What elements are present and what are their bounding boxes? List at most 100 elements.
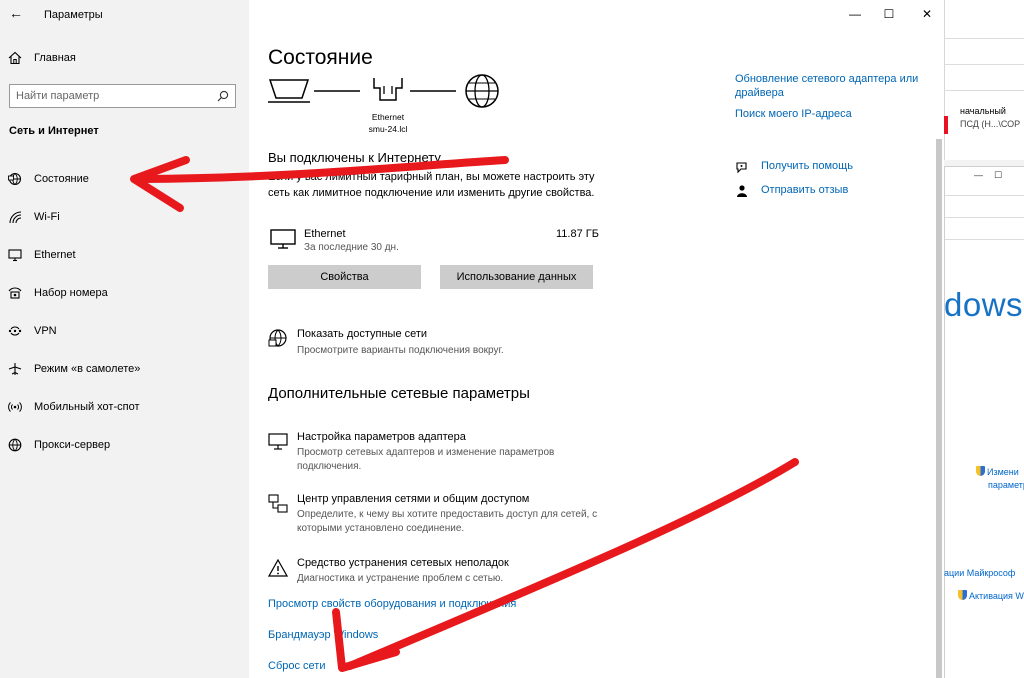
- wifi-icon: [9, 211, 22, 224]
- sidebar-item-dialup[interactable]: Набор номера: [0, 279, 249, 307]
- vpn-icon: [8, 326, 22, 336]
- shield-icon: [976, 466, 985, 476]
- shield-icon: [958, 590, 967, 600]
- status-marker: [944, 116, 948, 134]
- close-button[interactable]: ✕: [912, 4, 942, 24]
- minimize-button[interactable]: —: [840, 4, 870, 24]
- sidebar-item-label: Мобильный хот-спот: [34, 401, 140, 413]
- network-center-icon: [268, 494, 288, 513]
- status-icon: [8, 172, 22, 186]
- change-settings-link[interactable]: Измени: [976, 466, 1019, 477]
- network-diagram: Ethernet smu-24.lcl: [268, 74, 508, 138]
- background-window: начальный ПСД (Н...\СОР — ☐ Измени парам…: [944, 0, 1024, 678]
- ethernet-period: За последние 30 дн.: [304, 242, 399, 253]
- show-networks-description: Просмотрите варианты подключения вокруг.: [297, 345, 504, 356]
- connection-status-title: Вы подключены к Интернету: [268, 150, 441, 165]
- sidebar-item-proxy[interactable]: Прокси-сервер: [0, 431, 249, 459]
- divider: [944, 64, 1024, 65]
- sidebar-item-label: Ethernet: [34, 249, 76, 261]
- hardware-properties-link[interactable]: Просмотр свойств оборудования и подключе…: [268, 598, 516, 610]
- divider: [945, 239, 1024, 240]
- feedback-icon: [737, 185, 747, 197]
- search-input[interactable]: [10, 85, 210, 107]
- sidebar-item-wifi[interactable]: Wi-Fi: [0, 203, 249, 231]
- advanced-settings-heading: Дополнительные сетевые параметры: [268, 385, 530, 402]
- divider: [945, 217, 1024, 218]
- dialup-icon: [8, 287, 22, 299]
- data-usage-button[interactable]: Использование данных: [440, 265, 593, 289]
- background-label: ПСД (Н...\СОР: [960, 119, 1021, 129]
- sidebar-item-status[interactable]: Состояние: [0, 165, 249, 193]
- ethernet-plug-icon: [373, 78, 403, 101]
- show-networks-link[interactable]: Показать доступные сети: [297, 328, 427, 340]
- sidebar-item-label: VPN: [34, 325, 57, 337]
- send-feedback-link[interactable]: Отправить отзыв: [761, 184, 848, 196]
- sidebar-item-airplane[interactable]: Режим «в самолете»: [0, 355, 249, 383]
- search-box[interactable]: [9, 84, 236, 108]
- page-title: Состояние: [268, 46, 373, 69]
- ethernet-icon: [8, 249, 22, 262]
- scrollbar[interactable]: [936, 139, 942, 678]
- sidebar-item-label: Прокси-сервер: [34, 439, 111, 451]
- windows-logo-text: dows: [944, 286, 1024, 323]
- title-bar: ← Параметры: [0, 0, 249, 30]
- link-text: драйвера: [735, 87, 784, 99]
- settings-window: ← Параметры Главная Сеть и Интернет: [0, 0, 944, 678]
- app-title: Параметры: [44, 9, 103, 21]
- section-heading: Сеть и Интернет: [9, 125, 99, 137]
- computer-icon: [268, 79, 310, 103]
- adapter-name-label: Ethernet: [371, 112, 405, 122]
- link-text: Обновление сетевого адаптера или: [735, 73, 919, 85]
- link-text: Активация Wi: [969, 591, 1024, 601]
- sidebar-item-vpn[interactable]: VPN: [0, 317, 249, 345]
- find-ip-link[interactable]: Поиск моего IP-адреса: [735, 107, 852, 121]
- activate-windows-link[interactable]: Активация Wi: [958, 590, 1024, 601]
- sidebar-item-ethernet[interactable]: Ethernet: [0, 241, 249, 269]
- microsoft-activation-link[interactable]: ации Майкрософ: [944, 568, 1015, 578]
- divider: [945, 195, 1024, 196]
- troubleshooter-description: Диагностика и устранение проблем с сетью…: [297, 573, 504, 584]
- update-adapter-link[interactable]: Обновление сетевого адаптера или драйвер…: [735, 72, 918, 100]
- help-icon: [736, 162, 747, 174]
- sidebar: ← Параметры Главная Сеть и Интернет: [0, 0, 249, 678]
- network-center-link[interactable]: Центр управления сетями и общим доступом: [297, 493, 529, 505]
- connection-status-description: Если у вас лимитный тарифный план, вы мо…: [268, 171, 595, 199]
- divider: [944, 90, 1024, 91]
- change-settings-link-2[interactable]: параметры: [988, 480, 1024, 490]
- ethernet-name: Ethernet: [304, 228, 346, 240]
- divider: [944, 38, 1024, 39]
- get-help-link[interactable]: Получить помощь: [761, 160, 853, 172]
- sidebar-item-hotspot[interactable]: Мобильный хот-спот: [0, 393, 249, 421]
- network-diagram-graphic: [268, 74, 499, 108]
- adapter-settings-description: Просмотр сетевых адаптеров и изменение п…: [297, 447, 555, 472]
- airplane-icon: [8, 363, 22, 375]
- sidebar-item-label: Состояние: [34, 173, 89, 185]
- ethernet-adapter-icon: [270, 229, 296, 249]
- sidebar-item-label: Набор номера: [34, 287, 108, 299]
- sidebar-item-label: Wi-Fi: [34, 211, 60, 223]
- home-icon: [8, 51, 22, 65]
- warning-icon: [268, 558, 288, 577]
- background-label: начальный: [960, 106, 1006, 116]
- host-name-label: smu-24.lcl: [368, 124, 408, 134]
- search-icon[interactable]: [217, 90, 229, 102]
- adapter-settings-link[interactable]: Настройка параметров адаптера: [297, 431, 466, 443]
- globe-icon: [8, 438, 22, 452]
- minimize-button[interactable]: —: [974, 170, 983, 180]
- sidebar-item-label: Режим «в самолете»: [34, 363, 141, 375]
- adapter-icon: [268, 433, 288, 450]
- network-reset-link[interactable]: Сброс сети: [268, 660, 325, 672]
- background-inner-window: [944, 166, 1024, 678]
- show-networks-icon: [268, 329, 287, 347]
- maximize-button[interactable]: ☐: [874, 4, 904, 24]
- troubleshooter-link[interactable]: Средство устранения сетевых неполадок: [297, 557, 509, 569]
- sidebar-item-home[interactable]: Главная: [0, 47, 249, 71]
- link-text: Измени: [987, 467, 1019, 477]
- properties-button[interactable]: Свойства: [268, 265, 421, 289]
- back-button[interactable]: ←: [9, 5, 23, 21]
- internet-globe-icon: [465, 74, 499, 108]
- firewall-link[interactable]: Брандмауэр Windows: [268, 629, 378, 641]
- maximize-button[interactable]: ☐: [994, 170, 1002, 181]
- network-center-description: Определите, к чему вы хотите предоставит…: [297, 509, 598, 534]
- sidebar-item-label: Главная: [34, 52, 76, 64]
